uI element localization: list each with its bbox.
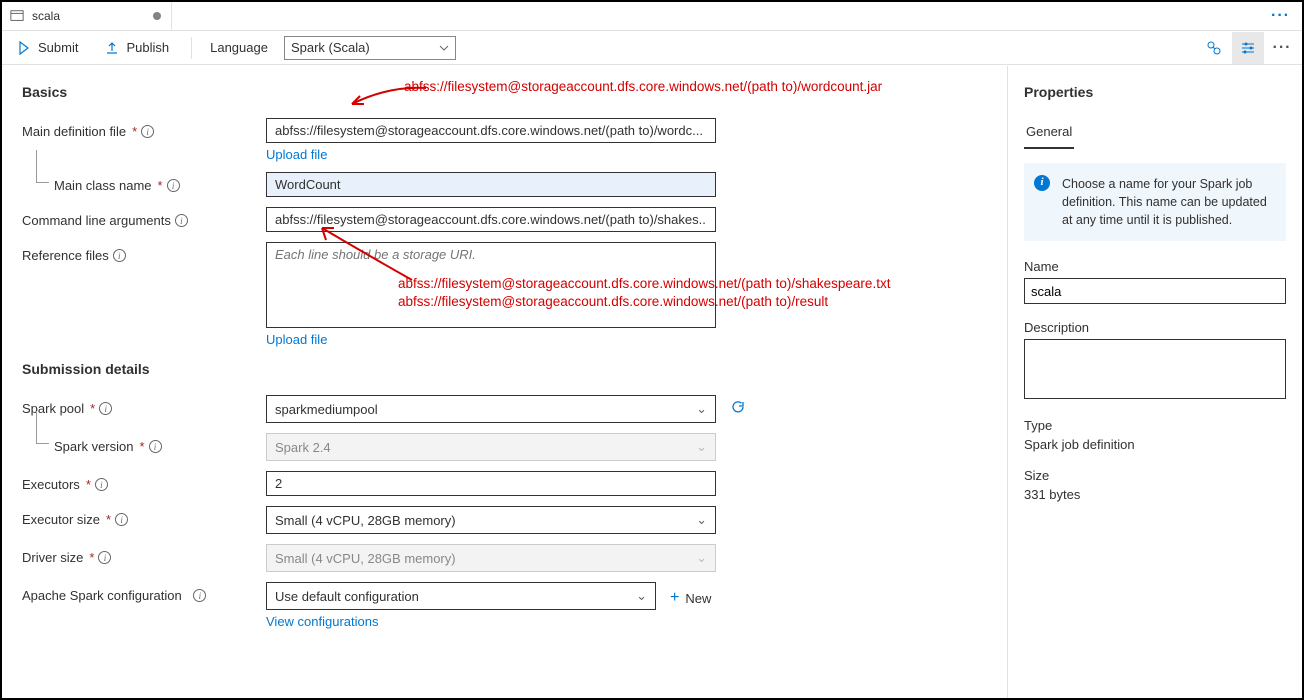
- info-icon[interactable]: i: [113, 249, 126, 262]
- description-label: Description: [1024, 320, 1286, 335]
- info-callout: i Choose a name for your Spark job defin…: [1024, 163, 1286, 241]
- tab-general[interactable]: General: [1024, 118, 1074, 149]
- name-label: Name: [1024, 259, 1286, 274]
- language-select[interactable]: Spark (Scala): [284, 36, 456, 60]
- type-value: Spark job definition: [1024, 437, 1286, 452]
- main-class-input[interactable]: [266, 172, 716, 197]
- new-config-button[interactable]: +New: [656, 585, 711, 607]
- link-icon: [1206, 40, 1222, 56]
- info-icon[interactable]: i: [115, 513, 128, 526]
- refresh-icon: [730, 399, 746, 415]
- related-items-button[interactable]: [1198, 32, 1230, 64]
- upload-icon: [104, 40, 120, 56]
- executors-input[interactable]: [266, 471, 716, 496]
- form-area: Basics Main definition file*i Upload fil…: [2, 66, 1007, 698]
- type-label: Type: [1024, 418, 1286, 433]
- info-icon[interactable]: i: [98, 551, 111, 564]
- cmd-args-label: Command line argumentsi: [22, 207, 266, 228]
- main-class-label: Main class name*i: [22, 172, 266, 193]
- info-icon: i: [1034, 175, 1050, 191]
- job-icon: [10, 9, 24, 23]
- upload-main-def-link[interactable]: Upload file: [266, 147, 716, 162]
- info-icon[interactable]: i: [193, 589, 206, 602]
- spark-version-select: Spark 2.4⌄: [266, 433, 716, 461]
- size-value: 331 bytes: [1024, 487, 1286, 502]
- ref-files-textarea[interactable]: [266, 242, 716, 328]
- unsaved-dot-icon: [153, 12, 161, 20]
- ref-files-label: Reference filesi: [22, 242, 266, 263]
- name-input[interactable]: [1024, 278, 1286, 304]
- view-configs-link[interactable]: View configurations: [266, 614, 716, 629]
- upload-ref-files-link[interactable]: Upload file: [266, 332, 716, 347]
- properties-toggle-button[interactable]: [1232, 32, 1264, 64]
- info-icon[interactable]: i: [95, 478, 108, 491]
- settings-sliders-icon: [1240, 40, 1256, 56]
- executor-size-label: Executor size*i: [22, 506, 266, 527]
- submission-heading: Submission details: [22, 361, 987, 377]
- info-icon[interactable]: i: [99, 402, 112, 415]
- spark-conf-select[interactable]: Use default configuration⌄: [266, 582, 656, 610]
- main-def-input[interactable]: [266, 118, 716, 143]
- driver-size-select: Small (4 vCPU, 28GB memory)⌄: [266, 544, 716, 572]
- description-textarea[interactable]: [1024, 339, 1286, 399]
- driver-size-label: Driver size*i: [22, 544, 266, 565]
- spark-pool-label: Spark pool*i: [22, 395, 266, 416]
- tab-title: scala: [32, 9, 60, 23]
- plus-icon: +: [670, 589, 679, 607]
- refresh-pool-button[interactable]: [716, 395, 746, 415]
- spark-version-label: Spark version*i: [22, 433, 266, 454]
- tab-bar: scala ···: [2, 2, 1302, 31]
- publish-button[interactable]: Publish: [94, 36, 179, 60]
- executor-size-select[interactable]: Small (4 vCPU, 28GB memory)⌄: [266, 506, 716, 534]
- basics-heading: Basics: [22, 84, 987, 100]
- info-icon[interactable]: i: [167, 179, 180, 192]
- toolbar-separator: [191, 37, 192, 59]
- play-icon: [16, 40, 32, 56]
- tab-scala[interactable]: scala: [2, 2, 172, 30]
- properties-heading: Properties: [1024, 84, 1286, 100]
- tabs-more-button[interactable]: ···: [1259, 2, 1302, 30]
- spark-conf-label: Apache Spark configuration i: [22, 582, 266, 603]
- ellipsis-icon: ···: [1273, 39, 1292, 57]
- toolbar: Submit Publish Language Spark (Scala) ··…: [2, 31, 1302, 65]
- spark-pool-select[interactable]: sparkmediumpool⌄: [266, 395, 716, 423]
- cmd-args-input[interactable]: [266, 207, 716, 232]
- info-icon[interactable]: i: [141, 125, 154, 138]
- chevron-down-icon: [439, 43, 449, 53]
- more-button[interactable]: ···: [1266, 32, 1298, 64]
- info-icon[interactable]: i: [175, 214, 188, 227]
- size-label: Size: [1024, 468, 1286, 483]
- submit-button[interactable]: Submit: [6, 36, 88, 60]
- executors-label: Executors*i: [22, 471, 266, 492]
- language-label: Language: [210, 40, 268, 55]
- properties-pane: Properties General i Choose a name for y…: [1007, 66, 1302, 698]
- info-icon[interactable]: i: [149, 440, 162, 453]
- main-def-label: Main definition file*i: [22, 118, 266, 139]
